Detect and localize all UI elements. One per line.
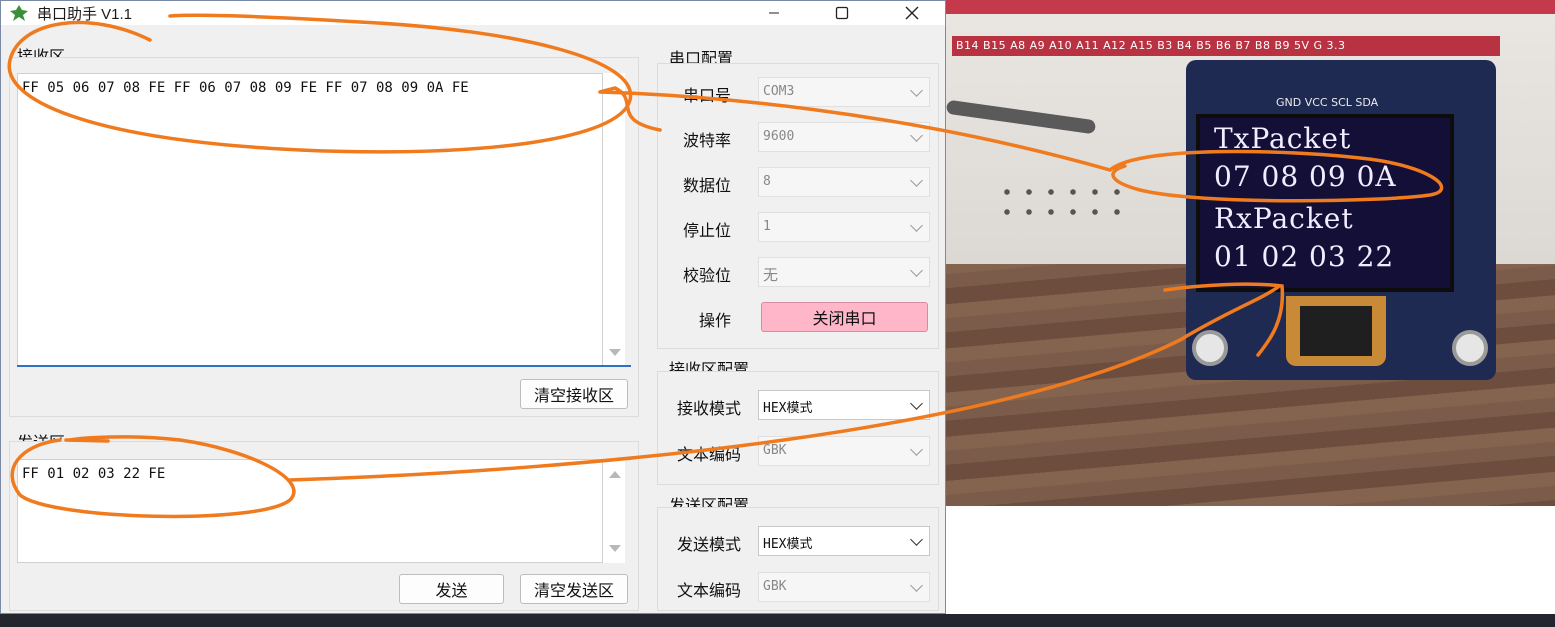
maximize-icon [835, 6, 849, 20]
maximize-button[interactable] [819, 1, 865, 25]
parity-value: 无 [763, 267, 779, 284]
receive-textarea[interactable]: FF 05 06 07 08 FE FF 06 07 08 09 FE FF 0… [17, 73, 603, 367]
chevron-down-icon [910, 84, 923, 97]
oled-photo: B14 B15 A8 A9 A10 A11 A12 A15 B3 B4 B5 B… [946, 0, 1555, 506]
stopbits-value: 1 [763, 219, 771, 234]
close-port-button[interactable]: 关闭串口 [761, 302, 928, 332]
send-encoding-value: GBK [763, 579, 787, 594]
baud-select[interactable]: 9600 [758, 122, 930, 152]
chevron-down-icon [910, 397, 923, 410]
databits-select[interactable]: 8 [758, 167, 930, 197]
oled-line-2: 07 08 09 0A [1214, 160, 1397, 193]
receive-mode-select[interactable]: HEX模式 [758, 390, 930, 420]
receive-encoding-value: GBK [763, 443, 787, 458]
oled-line-3: RxPacket [1214, 202, 1354, 235]
scroll-up-icon[interactable] [609, 471, 621, 478]
stopbits-label: 停止位 [682, 223, 731, 240]
parity-select[interactable]: 无 [758, 257, 930, 287]
oled-pin-labels: GND VCC SCL SDA [1276, 96, 1379, 109]
chevron-down-icon [910, 579, 923, 592]
ribbon-connector [1286, 296, 1386, 366]
send-textarea[interactable]: FF 01 02 03 22 FE [17, 459, 603, 563]
oled-screen: TxPacket 07 08 09 0A RxPacket 01 02 03 2… [1196, 114, 1454, 292]
minimize-icon [769, 12, 779, 14]
window-title: 串口助手 V1.1 [37, 6, 133, 23]
focus-underline [17, 365, 631, 367]
send-encoding-label: 文本编码 [676, 583, 741, 600]
operation-label: 操作 [698, 313, 731, 330]
clear-send-button[interactable]: 清空发送区 [520, 574, 628, 604]
send-mode-select[interactable]: HEX模式 [758, 526, 930, 556]
send-scrollbar[interactable] [603, 459, 625, 563]
port-label: 串口号 [682, 88, 731, 105]
port-value: COM3 [763, 84, 795, 99]
receive-encoding-label: 文本编码 [676, 447, 741, 464]
oled-line-1: TxPacket [1214, 122, 1352, 155]
chevron-down-icon [910, 443, 923, 456]
receive-config-group [657, 371, 939, 485]
taskbar [0, 614, 1555, 627]
chevron-down-icon [910, 129, 923, 142]
databits-value: 8 [763, 174, 771, 189]
app-icon [10, 5, 28, 21]
send-mode-value: HEX模式 [763, 537, 813, 552]
clear-receive-button[interactable]: 清空接收区 [520, 379, 628, 409]
chevron-down-icon [910, 219, 923, 232]
desktop-background [946, 506, 1555, 627]
oled-line-4: 01 02 03 22 [1214, 240, 1395, 273]
databits-label: 数据位 [682, 178, 731, 195]
scroll-down-icon[interactable] [609, 545, 621, 552]
chevron-down-icon [910, 174, 923, 187]
stopbits-select[interactable]: 1 [758, 212, 930, 242]
receive-mode-label: 接收模式 [676, 401, 741, 418]
send-encoding-select[interactable]: GBK [758, 572, 930, 602]
baud-value: 9600 [763, 129, 795, 144]
receive-encoding-select[interactable]: GBK [758, 436, 930, 466]
chevron-down-icon [910, 533, 923, 546]
close-icon [905, 6, 919, 20]
receive-mode-value: HEX模式 [763, 401, 813, 416]
scroll-down-icon[interactable] [609, 349, 621, 356]
breadboard-holes [996, 182, 1126, 222]
chevron-down-icon [910, 264, 923, 277]
receive-scrollbar[interactable] [603, 73, 625, 367]
baud-label: 波特率 [682, 133, 731, 150]
serial-assistant-window: 串口助手 V1.1 接收区 FF 05 06 07 08 FE FF 06 07… [0, 0, 946, 614]
send-button[interactable]: 发送 [399, 574, 504, 604]
title-bar[interactable]: 串口助手 V1.1 [1, 1, 945, 25]
mount-hole [1452, 330, 1488, 366]
port-select[interactable]: COM3 [758, 77, 930, 107]
close-button[interactable] [889, 1, 935, 25]
send-mode-label: 发送模式 [676, 537, 741, 554]
pin-header-strip [946, 0, 1555, 14]
pin-header-labels: B14 B15 A8 A9 A10 A11 A12 A15 B3 B4 B5 B… [952, 36, 1500, 56]
mount-hole [1192, 330, 1228, 366]
parity-label: 校验位 [682, 268, 731, 285]
minimize-button[interactable] [751, 1, 797, 25]
